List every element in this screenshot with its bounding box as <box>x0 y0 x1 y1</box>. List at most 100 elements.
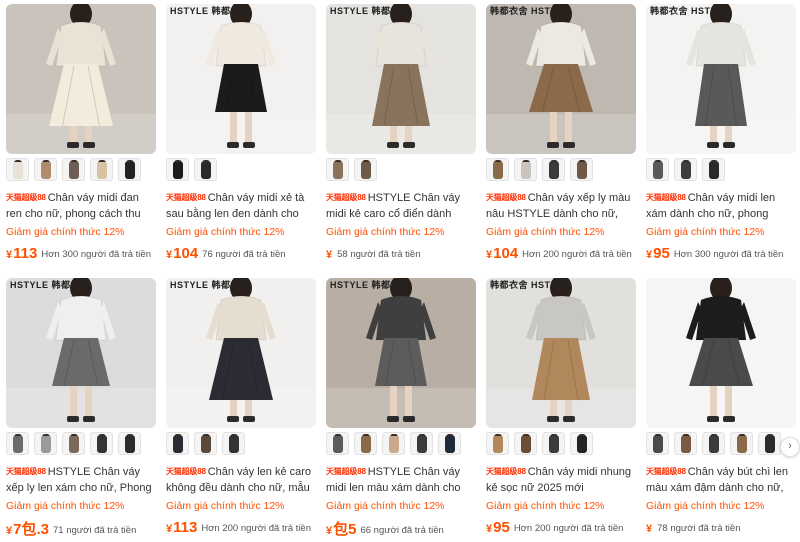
sales-count: 66 người đã trả tiền <box>360 525 444 536</box>
product-card[interactable]: 韩都衣舍 HSTYLE 天猫超级88 Chân váy xếp ly màu nâ… <box>480 0 636 268</box>
price-value: 95 <box>493 519 510 536</box>
currency-symbol: ¥ <box>6 249 13 261</box>
product-image[interactable]: HSTYLE 韩都衣舍 <box>166 4 316 154</box>
official-discount-label: Giảm giá chính thức 12% <box>6 226 125 238</box>
product-title[interactable]: 天猫超级88 Chân váy midi xẻ tà sau bằng len đ… <box>166 190 316 224</box>
tmall-88-badge: 天猫超级88 <box>486 193 526 202</box>
price: ¥113 <box>6 245 37 262</box>
official-discount-label: Giảm giá chính thức 12% <box>486 500 605 512</box>
color-swatch-thumbnail[interactable] <box>514 158 537 181</box>
tmall-88-badge: 天猫超级88 <box>6 467 46 476</box>
color-swatch-thumbnail[interactable] <box>118 158 141 181</box>
color-swatch-thumbnail[interactable] <box>382 432 405 455</box>
tmall-88-badge: 天猫超级88 <box>166 193 206 202</box>
price-row: ¥95 Hơn 300 người đã trả tiền <box>646 244 796 262</box>
brand-logo: HSTYLE 韩都衣舍 <box>330 6 410 16</box>
product-image[interactable]: 韩都衣舍 HSTYLE <box>486 4 636 154</box>
color-swatch-thumbnail[interactable] <box>542 432 565 455</box>
color-swatch-thumbnail[interactable] <box>354 432 377 455</box>
product-card[interactable]: 天猫超级88 Chân váy midi đan ren cho nữ, phon… <box>0 0 156 268</box>
product-title[interactable]: 天猫超级88 Chân váy len kẻ caro không đều dàn… <box>166 464 316 498</box>
brand-logo: HSTYLE 韩都衣舍 <box>10 280 90 290</box>
color-swatch-thumbnail[interactable] <box>354 158 377 181</box>
tmall-88-badge: 天猫超级88 <box>646 193 686 202</box>
product-title[interactable]: 天猫超级88 Chân váy midi len xám dành cho nữ,… <box>646 190 796 224</box>
color-swatch-thumbnail[interactable] <box>6 432 29 455</box>
official-discount-label: Giảm giá chính thức 12% <box>646 226 765 238</box>
color-swatch-thumbnail[interactable] <box>326 432 349 455</box>
color-swatch-thumbnail[interactable] <box>34 432 57 455</box>
color-swatch-thumbnail[interactable] <box>194 158 217 181</box>
product-image[interactable] <box>646 278 796 428</box>
price: ¥7包.3 <box>6 521 49 538</box>
carousel-next-button[interactable]: › <box>780 437 800 457</box>
color-swatch-thumbnail[interactable] <box>570 158 593 181</box>
color-swatch-thumbnail[interactable] <box>166 432 189 455</box>
currency-symbol: ¥ <box>486 523 493 535</box>
color-swatch-thumbnail[interactable] <box>514 432 537 455</box>
color-swatch-thumbnail[interactable] <box>222 432 245 455</box>
product-card[interactable]: HSTYLE 韩都衣舍 天猫超级88 Chân váy len kẻ caro k… <box>160 274 316 542</box>
sales-count: Hơn 200 người đã trả tiền <box>522 249 632 260</box>
currency-symbol: ¥ <box>6 525 13 537</box>
color-swatch-thumbnail[interactable] <box>6 158 29 181</box>
product-title[interactable]: 天猫超级88 HSTYLE Chân váy midi len màu xám d… <box>326 464 476 498</box>
color-swatch-thumbnail[interactable] <box>486 432 509 455</box>
product-image[interactable]: HSTYLE 韩都衣舍 <box>326 4 476 154</box>
product-title[interactable]: 天猫超级88 HSTYLE Chân váy midi kẻ caro cổ đi… <box>326 190 476 224</box>
price-row: ¥58 người đã trả tiền <box>326 244 476 262</box>
color-swatches <box>646 158 730 182</box>
color-swatch-thumbnail[interactable] <box>438 432 461 455</box>
color-swatch-thumbnail[interactable] <box>34 158 57 181</box>
product-card[interactable]: 韩都衣舍 HSTYLE 天猫超级88 Chân váy midi len xám … <box>640 0 796 268</box>
color-swatch-thumbnail[interactable] <box>674 432 697 455</box>
currency-symbol: ¥ <box>486 249 493 261</box>
product-card[interactable]: HSTYLE 韩都衣舍 天猫超级88 HSTYLE Chân váy midi l… <box>320 274 476 542</box>
color-swatch-thumbnail[interactable] <box>90 432 113 455</box>
color-swatch-thumbnail[interactable] <box>674 158 697 181</box>
sales-count: 78 người đã trả tiền <box>657 523 741 534</box>
color-swatch-thumbnail[interactable] <box>90 158 113 181</box>
color-swatch-thumbnail[interactable] <box>326 158 349 181</box>
sales-count: 71 người đã trả tiền <box>52 525 137 536</box>
tmall-88-badge: 天猫超级88 <box>326 193 366 202</box>
brand-logo: 韩都衣舍 HSTYLE <box>650 6 730 16</box>
color-swatch-thumbnail[interactable] <box>410 432 433 455</box>
product-card[interactable]: 韩都衣舍 HSTYLE 天猫超级88 Chân váy midi nhung kẻ… <box>480 274 636 542</box>
product-card[interactable]: HSTYLE 韩都衣舍 天猫超级88 HSTYLE Chân váy xếp ly… <box>0 274 156 542</box>
color-swatch-thumbnail[interactable] <box>486 158 509 181</box>
product-card[interactable]: 天猫超级88 Chân váy bút chì len màu xám đậm d… <box>640 274 796 542</box>
product-title[interactable]: 天猫超级88 Chân váy midi đan ren cho nữ, phon… <box>6 190 156 224</box>
color-swatch-thumbnail[interactable] <box>758 432 781 455</box>
price: ¥104 <box>486 245 518 262</box>
product-image[interactable] <box>6 4 156 154</box>
product-image[interactable]: HSTYLE 韩都衣舍 <box>326 278 476 428</box>
brand-logo: HSTYLE 韩都衣舍 <box>330 280 410 290</box>
color-swatch-thumbnail[interactable] <box>166 158 189 181</box>
official-discount-label: Giảm giá chính thức 12% <box>166 500 285 512</box>
price-row: ¥104 Hơn 200 người đã trả tiền <box>486 244 636 262</box>
product-title[interactable]: 天猫超级88 Chân váy bút chì len màu xám đậm d… <box>646 464 796 498</box>
product-card[interactable]: HSTYLE 韩都衣舍 天猫超级88 HSTYLE Chân váy midi k… <box>320 0 476 268</box>
color-swatch-thumbnail[interactable] <box>570 432 593 455</box>
color-swatch-thumbnail[interactable] <box>702 432 725 455</box>
product-image[interactable]: HSTYLE 韩都衣舍 <box>6 278 156 428</box>
color-swatch-thumbnail[interactable] <box>702 158 725 181</box>
color-swatch-thumbnail[interactable] <box>646 432 669 455</box>
product-title[interactable]: 天猫超级88 Chân váy midi nhung kẻ sọc nữ 2025… <box>486 464 636 498</box>
product-title[interactable]: 天猫超级88 Chân váy xếp ly màu nâu HSTYLE dàn… <box>486 190 636 224</box>
color-swatch-thumbnail[interactable] <box>646 158 669 181</box>
color-swatch-thumbnail[interactable] <box>542 158 565 181</box>
product-image[interactable]: 韩都衣舍 HSTYLE <box>646 4 796 154</box>
official-discount-label: Giảm giá chính thức 12% <box>646 500 765 512</box>
color-swatch-thumbnail[interactable] <box>730 432 753 455</box>
product-card[interactable]: HSTYLE 韩都衣舍 天猫超级88 Chân váy midi xẻ tà sa… <box>160 0 316 268</box>
color-swatch-thumbnail[interactable] <box>118 432 141 455</box>
product-image[interactable]: HSTYLE 韩都衣舍 <box>166 278 316 428</box>
product-title[interactable]: 天猫超级88 HSTYLE Chân váy xếp ly len xám cho… <box>6 464 156 498</box>
color-swatches <box>326 432 466 456</box>
color-swatch-thumbnail[interactable] <box>194 432 217 455</box>
product-image[interactable]: 韩都衣舍 HSTYLE <box>486 278 636 428</box>
color-swatch-thumbnail[interactable] <box>62 158 85 181</box>
color-swatch-thumbnail[interactable] <box>62 432 85 455</box>
